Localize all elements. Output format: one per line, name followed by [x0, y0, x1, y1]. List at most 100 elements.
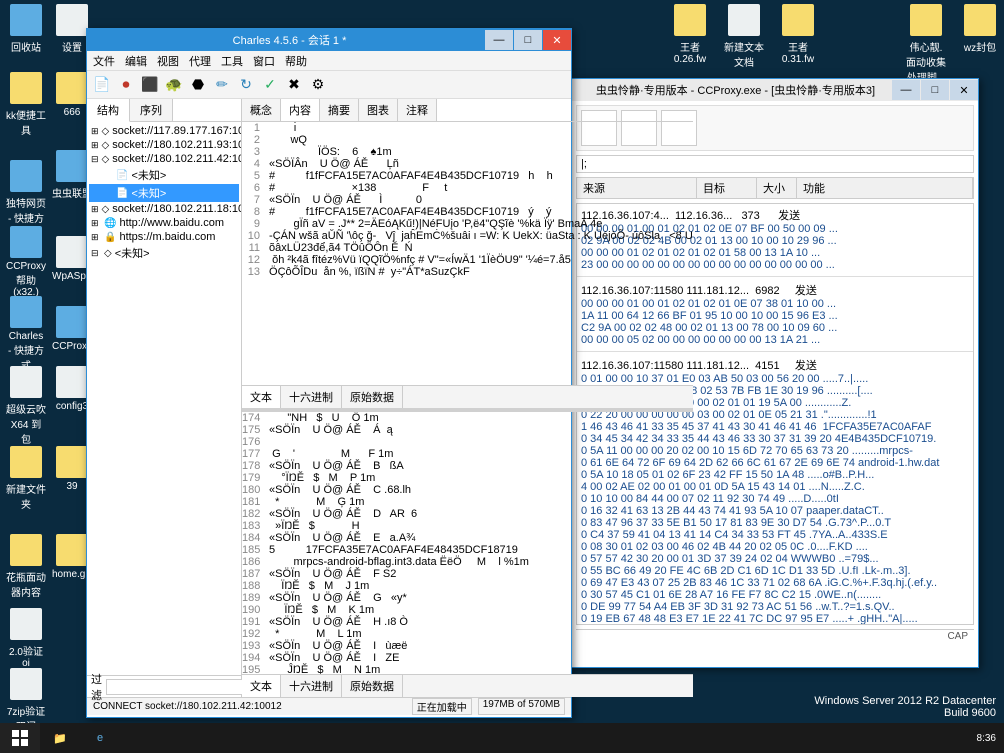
expand-icon[interactable]: ⊞ — [91, 126, 99, 137]
host-icon: 📄 — [116, 170, 128, 181]
charles-titlebar[interactable]: Charles 4.5.6 - 会话 1 * — [87, 29, 571, 51]
tree-item[interactable]: 📄<未知> — [89, 184, 239, 202]
tree-item[interactable]: ⊟◇socket://180.102.211.42:10012 — [89, 152, 239, 166]
file-icon — [56, 306, 88, 338]
menu-item[interactable]: 视图 — [157, 53, 179, 69]
col-func[interactable]: 功能 — [797, 178, 973, 198]
tab-raw[interactable]: 原始数据 — [342, 675, 403, 697]
tab-text[interactable]: 文本 — [242, 386, 281, 408]
content-tab[interactable]: 摘要 — [320, 99, 359, 121]
desktop-icon[interactable]: 王者0.31.fw — [778, 4, 818, 65]
content-tab[interactable]: 概念 — [242, 99, 281, 121]
task-explorer[interactable]: 📁 — [40, 723, 80, 753]
code-line: 9 gÏñ aV = .J** 2=ÄEóĄKű!)|NéFUįo 'P,ë4"… — [242, 218, 693, 230]
file-icon — [10, 4, 42, 36]
tree-label: <未知> — [131, 167, 166, 183]
response-view[interactable]: 174 "NH $ U Ö 1m175 «SÖÏn U Ö@ ÁĚ Á ą176… — [242, 412, 693, 675]
maximize-button[interactable] — [514, 30, 542, 50]
tree-item[interactable]: ⊞◇socket://180.102.211.18:10012 — [89, 202, 239, 216]
tree-item[interactable]: 📄<未知> — [89, 166, 239, 184]
tree-item[interactable]: ⊞🔒https://m.baidu.com — [89, 230, 239, 244]
settings-icon[interactable]: ⚙ — [309, 76, 327, 94]
task-ie[interactable]: e — [80, 723, 120, 753]
clear-icon[interactable]: ✖ — [285, 76, 303, 94]
desktop-icon[interactable]: 花瓶面动器内容 — [6, 534, 46, 599]
desktop-icon[interactable]: 伟心靓.面动收集处理脚... — [906, 4, 946, 84]
col-target[interactable]: 目标 — [697, 178, 757, 198]
filter-input[interactable] — [106, 679, 252, 695]
tab-hex[interactable]: 十六进制 — [281, 675, 342, 697]
new-session-icon[interactable]: 📄 — [93, 76, 111, 94]
status-right: 197MB of 570MB — [478, 698, 565, 715]
file-icon — [910, 4, 942, 36]
desktop-icon[interactable]: 新建文本文档 — [724, 4, 764, 69]
desktop-icon[interactable]: kk便捷工具 — [6, 72, 46, 137]
minimize-button[interactable] — [892, 80, 920, 100]
tab-sequence[interactable]: 序列 — [130, 99, 173, 121]
host-icon: ◇ — [102, 140, 110, 151]
record-icon[interactable]: ⏺ — [117, 76, 135, 94]
code-line: 190 ÏŊĔ $ M K 1m — [242, 604, 693, 616]
desktop-icon[interactable]: 新建文件夹 — [6, 446, 46, 511]
host-icon: ◇ — [102, 204, 110, 215]
content-tab[interactable]: 图表 — [359, 99, 398, 121]
desktop-icon[interactable]: CCProxy帮助 (x32.) — [6, 226, 46, 298]
tab-structure[interactable]: 结构 — [87, 99, 130, 122]
maximize-button[interactable] — [921, 80, 949, 100]
throttle-icon[interactable]: 🐢 — [165, 76, 183, 94]
icon-label: wz封包 — [960, 39, 1000, 54]
menu-item[interactable]: 文件 — [93, 53, 115, 69]
validate-icon[interactable]: ✓ — [261, 76, 279, 94]
icon-label: 花瓶面动器内容 — [6, 569, 46, 599]
desktop-icon[interactable]: 超级云吹X64 到包 — [6, 366, 46, 446]
content-tab[interactable]: 注释 — [398, 99, 437, 121]
desktop-icon[interactable]: 回收站 — [6, 4, 46, 54]
code-line: 184 «SÖÏn U Ö@ ÁĚ E a.A¾ — [242, 532, 693, 544]
tree-label: socket://180.102.211.42:10012 — [112, 153, 241, 165]
expand-icon[interactable]: ⊞ — [91, 140, 99, 151]
tree-item[interactable]: ⊞◇socket://180.102.211.93:10012 — [89, 138, 239, 152]
minimize-button[interactable] — [485, 30, 513, 50]
tab-text[interactable]: 文本 — [242, 675, 281, 697]
col-size[interactable]: 大小 — [757, 178, 797, 198]
expand-icon[interactable]: ⊞ — [91, 232, 101, 243]
tree-item[interactable]: ⊞◇socket://117.89.177.167:10012 — [89, 124, 239, 138]
menu-item[interactable]: 工具 — [221, 53, 243, 69]
tree-item[interactable]: ⊞🌐http://www.baidu.com — [89, 216, 239, 230]
icon-label: 新建文件夹 — [6, 481, 46, 511]
host-tree[interactable]: ⊞◇socket://117.89.177.167:10012⊞◇socket:… — [87, 122, 241, 675]
tree-label: socket://180.102.211.93:10012 — [112, 139, 241, 151]
code-line: 189 «SÖÏn U Ö@ ÁĚ G «y* — [242, 592, 693, 604]
stop-icon[interactable]: ⬛ — [141, 76, 159, 94]
expand-icon[interactable]: ⊟ — [91, 248, 101, 259]
start-button[interactable] — [0, 723, 40, 753]
windows-watermark: Windows Server 2012 R2 Datacenter Build … — [814, 695, 996, 719]
code-line: 4 «SÖÏÂn U Ö@ ÁĚ Ļñ — [242, 158, 693, 170]
desktop-icon[interactable]: 王者0.26.fw — [670, 4, 710, 65]
menu-item[interactable]: 代理 — [189, 53, 211, 69]
menu-item[interactable]: 帮助 — [285, 53, 307, 69]
desktop-icon[interactable]: wz封包 — [960, 4, 1000, 54]
request-view[interactable]: 1 ı̇2 wQ3 ÏÖS: 6 ♠1m4 «SÖÏÂn U Ö@ ÁĚ Ļñ5… — [242, 122, 693, 385]
close-button[interactable] — [950, 80, 978, 100]
ccproxy-titlebar[interactable]: 虫虫怜静·专用版本 - CCProxy.exe - [虫虫怜静·专用版本3] — [572, 79, 978, 101]
taskbar[interactable]: 📁 e 8:36 — [0, 723, 1004, 753]
code-line: 186 mrpcs-android-bflag.int3.data ËëÖ M … — [242, 556, 693, 568]
menu-item[interactable]: 编辑 — [125, 53, 147, 69]
expand-icon[interactable]: ⊞ — [91, 218, 101, 229]
tree-item[interactable]: ⊟◇<未知> — [89, 244, 239, 262]
breakpoint-icon[interactable]: ⬣ — [189, 76, 207, 94]
tab-raw[interactable]: 原始数据 — [342, 386, 403, 408]
close-button[interactable] — [543, 30, 571, 50]
system-tray[interactable]: 8:36 — [969, 733, 1004, 744]
expand-icon[interactable]: ⊞ — [91, 204, 99, 215]
desktop-icon[interactable]: Charles - 快捷方式 — [6, 296, 46, 372]
repeat-icon[interactable]: ↻ — [237, 76, 255, 94]
file-icon — [10, 72, 42, 104]
content-tab[interactable]: 内容 — [281, 99, 320, 121]
expand-icon[interactable]: ⊟ — [91, 154, 99, 165]
tab-hex[interactable]: 十六进制 — [281, 386, 342, 408]
compose-icon[interactable]: ✏ — [213, 76, 231, 94]
menu-item[interactable]: 窗口 — [253, 53, 275, 69]
desktop-icon[interactable]: 2.0验证oi — [6, 608, 46, 669]
